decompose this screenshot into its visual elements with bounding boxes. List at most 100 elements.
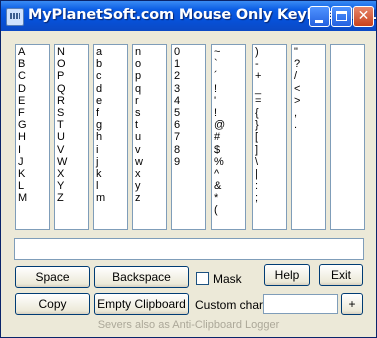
char-key[interactable]: a <box>96 46 127 58</box>
char-key[interactable]: ! <box>214 107 245 119</box>
char-key[interactable]: 7 <box>174 131 205 143</box>
char-key[interactable]: < <box>294 83 325 95</box>
help-button[interactable]: Help <box>264 264 310 286</box>
char-key[interactable]: L <box>18 180 49 192</box>
char-key[interactable]: t <box>135 119 166 131</box>
char-key[interactable]: P <box>57 70 88 82</box>
char-key[interactable]: / <box>294 70 325 82</box>
char-key[interactable]: q <box>135 83 166 95</box>
char-key[interactable]: ? <box>294 58 325 70</box>
minimize-button[interactable] <box>309 6 330 27</box>
char-key[interactable]: C <box>18 70 49 82</box>
char-key[interactable]: Z <box>57 192 88 204</box>
maximize-button[interactable] <box>331 6 352 27</box>
char-key[interactable]: . <box>294 119 325 131</box>
char-key[interactable]: w <box>135 156 166 168</box>
char-key[interactable]: 1 <box>174 58 205 70</box>
char-key[interactable]: 8 <box>174 144 205 156</box>
char-key[interactable]: ´ <box>214 70 245 82</box>
char-key[interactable]: Y <box>57 180 88 192</box>
char-key[interactable]: 9 <box>174 156 205 168</box>
char-key[interactable]: ' <box>214 95 245 107</box>
char-key[interactable]: y <box>135 180 166 192</box>
char-key[interactable]: z <box>135 192 166 204</box>
char-key[interactable]: * <box>214 192 245 204</box>
char-key[interactable]: H <box>18 131 49 143</box>
char-key[interactable]: I <box>18 144 49 156</box>
char-key[interactable]: " <box>294 46 325 58</box>
char-key[interactable]: [ <box>255 131 286 143</box>
char-key[interactable]: 0 <box>174 46 205 58</box>
char-key[interactable]: A <box>18 46 49 58</box>
char-key[interactable]: , <box>294 107 325 119</box>
char-key[interactable]: c <box>96 70 127 82</box>
char-key[interactable]: 6 <box>174 119 205 131</box>
char-key[interactable]: G <box>18 119 49 131</box>
char-key[interactable]: \ <box>255 156 286 168</box>
mask-checkbox[interactable] <box>196 272 209 285</box>
char-key[interactable]: j <box>96 156 127 168</box>
char-key[interactable]: g <box>96 119 127 131</box>
char-key[interactable]: ] <box>255 144 286 156</box>
close-button[interactable]: ✕ <box>353 6 374 27</box>
char-key[interactable]: l <box>96 180 127 192</box>
char-key[interactable]: v <box>135 144 166 156</box>
char-key[interactable]: # <box>214 131 245 143</box>
empty-clipboard-button[interactable]: Empty Clipboard <box>94 293 189 315</box>
char-key[interactable]: s <box>135 107 166 119</box>
char-key[interactable]: ( <box>214 204 245 216</box>
char-key[interactable]: h <box>96 131 127 143</box>
custom-chars-input[interactable] <box>263 294 338 314</box>
char-key[interactable]: { <box>255 107 286 119</box>
char-key[interactable]: B <box>18 58 49 70</box>
char-key[interactable]: ^ <box>214 168 245 180</box>
title-bar[interactable]: MyPlanetSoft.com Mouse Only Keyboard v1.… <box>1 1 376 31</box>
char-key[interactable]: = <box>255 95 286 107</box>
char-key[interactable]: d <box>96 83 127 95</box>
char-key[interactable]: T <box>57 119 88 131</box>
char-key[interactable]: r <box>135 95 166 107</box>
char-key[interactable]: ~ <box>214 46 245 58</box>
char-key[interactable]: O <box>57 58 88 70</box>
char-key[interactable]: _ <box>255 83 286 95</box>
char-key[interactable]: U <box>57 131 88 143</box>
char-key[interactable]: e <box>96 95 127 107</box>
char-key[interactable]: f <box>96 107 127 119</box>
copy-button[interactable]: Copy <box>15 293 90 315</box>
char-key[interactable]: K <box>18 168 49 180</box>
char-key[interactable]: m <box>96 192 127 204</box>
keyboard-icon[interactable] <box>6 8 24 26</box>
char-key[interactable]: i <box>96 144 127 156</box>
char-key[interactable]: > <box>294 95 325 107</box>
add-custom-chars-button[interactable]: + <box>341 293 363 315</box>
char-key[interactable]: x <box>135 168 166 180</box>
char-key[interactable]: X <box>57 168 88 180</box>
char-key[interactable]: 5 <box>174 107 205 119</box>
backspace-button[interactable]: Backspace <box>94 266 189 288</box>
char-key[interactable]: @ <box>214 119 245 131</box>
char-key[interactable]: : <box>255 180 286 192</box>
char-key[interactable]: ` <box>214 58 245 70</box>
exit-button[interactable]: Exit <box>319 264 363 286</box>
char-key[interactable]: + <box>255 70 286 82</box>
char-key[interactable]: ) <box>255 46 286 58</box>
char-key[interactable]: N <box>57 46 88 58</box>
char-key[interactable]: $ <box>214 144 245 156</box>
char-key[interactable]: R <box>57 95 88 107</box>
char-key[interactable]: } <box>255 119 286 131</box>
char-key[interactable]: & <box>214 180 245 192</box>
char-key[interactable]: V <box>57 144 88 156</box>
char-key[interactable]: o <box>135 58 166 70</box>
char-key[interactable]: u <box>135 131 166 143</box>
char-key[interactable]: 4 <box>174 95 205 107</box>
char-key[interactable]: S <box>57 107 88 119</box>
char-key[interactable]: 3 <box>174 83 205 95</box>
char-key[interactable]: - <box>255 58 286 70</box>
char-key[interactable]: b <box>96 58 127 70</box>
char-key[interactable]: p <box>135 70 166 82</box>
char-key[interactable]: J <box>18 156 49 168</box>
char-key[interactable]: W <box>57 156 88 168</box>
char-key[interactable]: M <box>18 192 49 204</box>
char-key[interactable]: ! <box>214 83 245 95</box>
char-key[interactable]: n <box>135 46 166 58</box>
